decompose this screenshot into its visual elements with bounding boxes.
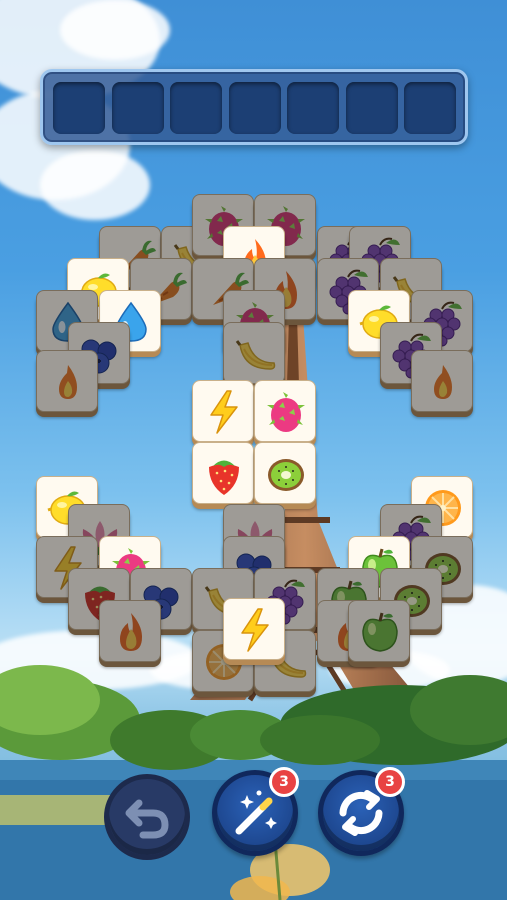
undo-button[interactable] bbox=[104, 774, 190, 860]
tile-lightning[interactable] bbox=[192, 380, 254, 442]
tile-kiwi[interactable] bbox=[254, 442, 316, 504]
shuffle-count-badge: 3 bbox=[375, 767, 405, 797]
tile-flame bbox=[36, 350, 98, 412]
shuffle-button[interactable]: 3 bbox=[318, 767, 405, 856]
banana-icon bbox=[235, 340, 276, 370]
tile-fire bbox=[99, 600, 161, 662]
magic-wand-button[interactable]: 3 bbox=[212, 767, 299, 856]
game-screen: 3 3 bbox=[0, 0, 507, 900]
kiwi-icon bbox=[268, 459, 304, 491]
strawberry-icon bbox=[209, 460, 239, 495]
lightning-icon bbox=[241, 608, 269, 652]
tile-strawberry[interactable] bbox=[192, 442, 254, 504]
magic-count-badge: 3 bbox=[269, 767, 299, 797]
tile-flame bbox=[411, 350, 473, 412]
tile-board bbox=[0, 0, 507, 900]
tile-apple bbox=[348, 600, 410, 662]
dragonfruit-icon bbox=[267, 392, 305, 432]
flame-icon bbox=[434, 365, 452, 399]
tile-lightning[interactable] bbox=[223, 598, 285, 660]
undo-arrow-icon bbox=[125, 799, 169, 839]
tile-dragonfruit[interactable] bbox=[254, 380, 316, 442]
apple-icon bbox=[362, 612, 398, 652]
flame-icon bbox=[59, 365, 77, 399]
fire-icon bbox=[120, 613, 142, 651]
lightning-icon bbox=[210, 390, 238, 434]
tile-banana bbox=[223, 322, 285, 384]
